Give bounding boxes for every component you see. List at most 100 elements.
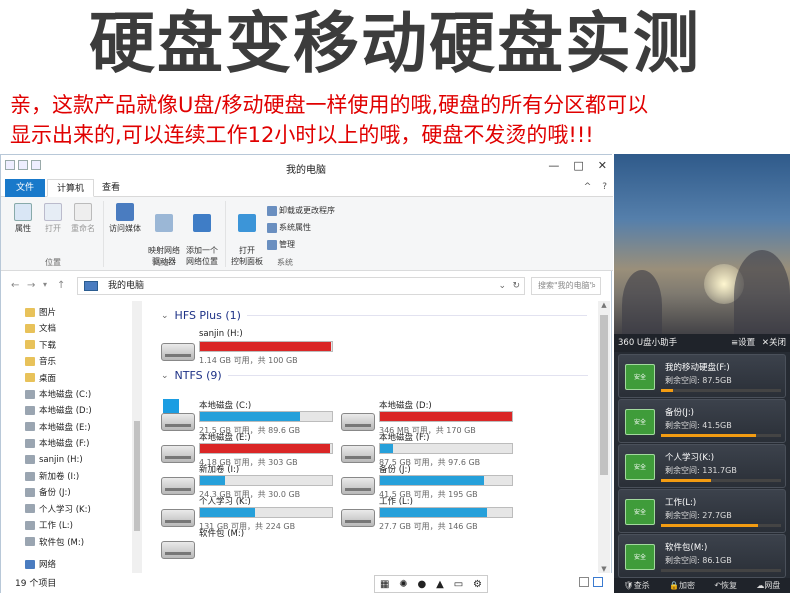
drive-safe-icon: 安全: [625, 499, 655, 525]
up-arrow-icon[interactable]: ↑: [57, 280, 65, 291]
collapse-ribbon-icon[interactable]: ^: [584, 182, 592, 192]
minimize-button[interactable]: —: [548, 159, 559, 172]
drive-icon: [25, 438, 35, 448]
circle-icon[interactable]: ●: [418, 579, 427, 590]
rename-label: 重命名: [71, 224, 95, 233]
content-scroll-thumb[interactable]: [600, 315, 608, 475]
refresh-icon[interactable]: ↻: [512, 278, 520, 294]
drive-name: sanjin (H:): [199, 329, 243, 339]
grid-icon[interactable]: ▦: [380, 579, 389, 590]
nav-item[interactable]: 本地磁盘 (F:): [25, 436, 89, 450]
tab-file[interactable]: 文件: [5, 179, 45, 197]
nav-item[interactable]: 本地磁盘 (C:): [25, 387, 91, 401]
gear-icon[interactable]: ⚙: [473, 579, 482, 590]
cloud-drive-button[interactable]: ☁网盘: [756, 580, 780, 591]
usb-drive-card[interactable]: 安全 备份(J:) 剩余空间: 41.5GB: [618, 399, 786, 443]
manage-button[interactable]: 管理: [267, 239, 295, 250]
nav-item[interactable]: 个人学习 (K:): [25, 502, 91, 516]
folder-icon: [25, 373, 35, 383]
usb-drive-card[interactable]: 安全 软件包(M:) 剩余空间: 86.1GB: [618, 534, 786, 578]
maximize-button[interactable]: □: [573, 159, 583, 172]
nav-item[interactable]: 备份 (J:): [25, 485, 71, 499]
usb-drive-free-space: 剩余空间: 27.7GB: [665, 511, 732, 520]
section-ntfs[interactable]: ⌄ NTFS (9): [161, 369, 588, 382]
address-bar: ← → ▾ ↑ 我的电脑 ⌄ ↻ 搜索"我的电脑" ⌕: [1, 274, 613, 298]
u360-settings-button[interactable]: ≡设置: [731, 338, 755, 348]
usb-drive-card[interactable]: 安全 工作(L:) 剩余空间: 27.7GB: [618, 489, 786, 533]
nav-item[interactable]: 音乐: [25, 354, 56, 368]
system-properties-label: 系统属性: [279, 223, 311, 232]
scan-button[interactable]: 🛡查杀: [624, 580, 650, 591]
u360-close-button[interactable]: ✕关闭: [762, 338, 786, 348]
drive-name: 本地磁盘 (F:): [379, 433, 430, 443]
tiles-view-icon[interactable]: [593, 577, 603, 587]
drive-tile[interactable]: 工作 (L:) 27.7 GB 可用，共 146 GB: [341, 495, 521, 535]
tab-view[interactable]: 查看: [93, 179, 129, 197]
nav-item[interactable]: 图片: [25, 305, 56, 319]
drive-name: 备份 (J:): [379, 465, 411, 475]
scroll-up-icon[interactable]: ▲: [598, 301, 610, 313]
drive-icon: [25, 455, 35, 465]
uninstall-programs-button[interactable]: 卸载或更改程序: [267, 205, 335, 216]
nav-scroll-thumb[interactable]: [134, 421, 140, 531]
drive-icon: [25, 471, 35, 481]
nav-item[interactable]: sanjin (H:): [25, 453, 83, 467]
help-icon[interactable]: ?: [602, 182, 607, 192]
search-input[interactable]: 搜索"我的电脑" ⌕: [531, 277, 601, 295]
brightness-icon[interactable]: ✺: [399, 579, 407, 590]
open-button[interactable]: 打开: [41, 203, 65, 234]
nav-item[interactable]: 桌面: [25, 371, 56, 385]
screen-icon[interactable]: ▭: [454, 579, 463, 590]
recent-locations-icon[interactable]: ▾: [43, 280, 47, 289]
section-hfs[interactable]: ⌄ HFS Plus (1): [161, 309, 587, 322]
back-arrow-icon[interactable]: ←: [11, 280, 19, 291]
drive-usage-bar: [199, 341, 333, 352]
chevron-down-icon[interactable]: ⌄: [498, 278, 506, 294]
address-field[interactable]: 我的电脑 ⌄ ↻: [77, 277, 525, 295]
drive-usage-fill: [200, 476, 226, 485]
nav-item[interactable]: 网络: [25, 557, 56, 571]
tab-computer[interactable]: 计算机: [47, 179, 95, 197]
usb-drive-card[interactable]: 安全 我的移动硬盘(F:) 剩余空间: 87.5GB: [618, 354, 786, 398]
eject-icon[interactable]: ▲: [436, 579, 444, 590]
forward-arrow-icon[interactable]: →: [27, 280, 35, 291]
search-placeholder: 搜索"我的电脑": [538, 281, 594, 290]
drive-usage-bar: [379, 507, 513, 518]
drive-name: 本地磁盘 (E:): [199, 433, 251, 443]
promo-line-1: 亲，这款产品就像U盘/移动硬盘一样使用的哦,硬盘的所有分区都可以: [10, 93, 649, 117]
properties-button[interactable]: 属性: [11, 203, 35, 234]
drive-usage-bar: [199, 507, 333, 518]
close-button[interactable]: ✕: [598, 159, 607, 172]
usb-usage-fill: [661, 524, 759, 527]
content-scrollbar[interactable]: ▲ ▼: [598, 301, 610, 577]
drive-tile[interactable]: sanjin (H:) 1.14 GB 可用，共 100 GB: [161, 329, 341, 369]
nav-item[interactable]: 本地磁盘 (E:): [25, 420, 91, 434]
drive-tile[interactable]: 软件包 (M:): [161, 527, 341, 567]
ribbon: 属性 打开 重命名 位置 访问媒体 映射网络 驱动器 添加一个 网络位置 网络 …: [1, 197, 613, 271]
nav-item[interactable]: 本地磁盘 (D:): [25, 403, 92, 417]
encrypt-button[interactable]: 🔒加密: [669, 580, 695, 591]
recover-button[interactable]: ↶恢复: [714, 580, 737, 591]
group-divider: [103, 201, 104, 267]
nav-item[interactable]: 新加卷 (I:): [25, 469, 79, 483]
add-network-location-button[interactable]: 添加一个 网络位置: [183, 203, 221, 267]
search-icon: ⌕: [591, 281, 596, 290]
access-media-button[interactable]: 访问媒体: [107, 203, 143, 234]
nav-item[interactable]: 软件包 (M:): [25, 535, 84, 549]
nav-item[interactable]: 下载: [25, 338, 56, 352]
usb-drive-card[interactable]: 安全 个人学习(K:) 剩余空间: 131.7GB: [618, 444, 786, 488]
system-properties-button[interactable]: 系统属性: [267, 222, 311, 233]
drive-space-info: 1.14 GB 可用，共 100 GB: [199, 356, 298, 365]
nav-scrollbar[interactable]: [132, 301, 142, 577]
usb-drive-free-space: 剩余空间: 131.7GB: [665, 466, 737, 475]
drive-usage-fill: [200, 412, 301, 421]
access-media-label: 访问媒体: [109, 224, 141, 233]
open-control-panel-button[interactable]: 打开 控制面板: [229, 203, 265, 267]
details-view-icon[interactable]: [579, 577, 589, 587]
usb-drive-name: 工作(L:): [665, 498, 697, 508]
nav-item[interactable]: 文档: [25, 321, 56, 335]
rename-button[interactable]: 重命名: [69, 203, 97, 234]
drive-name: 个人学习 (K:): [199, 497, 251, 507]
drive-usage-fill: [380, 508, 487, 517]
nav-item[interactable]: 工作 (L:): [25, 518, 73, 532]
